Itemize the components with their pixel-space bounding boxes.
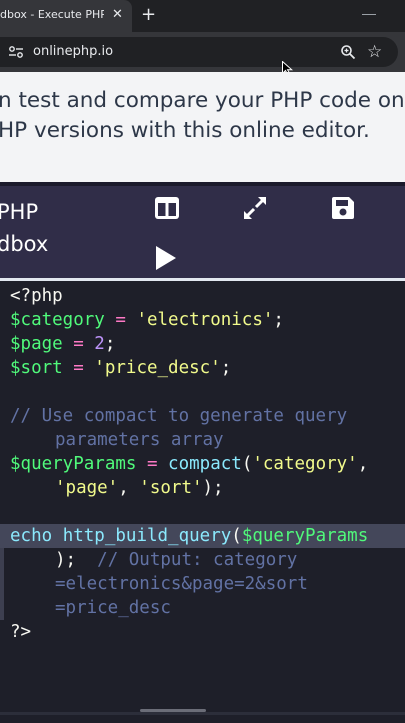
code-line[interactable]: $queryParams = compact('category', xyxy=(10,452,368,476)
code-line[interactable]: parameters array xyxy=(10,428,368,452)
code-line[interactable]: echo http_build_query($queryParams xyxy=(10,524,368,548)
address-bar: onlinephp.io ☆ xyxy=(0,32,405,72)
code-token: $queryParams xyxy=(241,526,369,546)
code-line[interactable]: ?> xyxy=(10,620,368,644)
intro-section: n test and compare your PHP code on HP v… xyxy=(0,72,405,182)
code-token: 'sort' xyxy=(139,478,203,498)
horizontal-scrollbar[interactable] xyxy=(140,709,206,712)
minimize-window-icon[interactable] xyxy=(362,14,376,15)
layout-split-icon[interactable] xyxy=(153,194,181,222)
code-token: ( xyxy=(231,526,242,546)
code-token: = xyxy=(62,334,95,354)
code-token: ( xyxy=(241,454,253,474)
code-token: $category xyxy=(10,310,105,330)
editor-toolbar: PHP dbox xyxy=(0,182,405,282)
code-line[interactable]: =electronics&page=2&sort xyxy=(10,572,368,596)
code-token: = xyxy=(104,310,137,330)
save-icon[interactable] xyxy=(329,194,357,222)
editor-bottom-border xyxy=(0,712,405,715)
code-token: ); xyxy=(202,478,224,498)
browser-tab-strip: dbox - Execute PHP code ✕ + xyxy=(0,0,405,32)
code-token: =price_desc xyxy=(55,598,171,618)
code-token: = xyxy=(62,358,95,378)
code-token: = xyxy=(136,454,169,474)
code-line[interactable]: =price_desc xyxy=(10,596,368,620)
code-token: $queryParams xyxy=(10,454,137,474)
code-token: 'electronics' xyxy=(136,310,274,330)
code-token: <?php xyxy=(10,286,63,306)
code-token: 'category' xyxy=(252,454,358,474)
code-token: // Use compact to generate query xyxy=(10,406,348,426)
code-line[interactable] xyxy=(10,380,368,404)
url-text[interactable]: onlinephp.io xyxy=(33,37,113,67)
code-token: $sort xyxy=(10,358,63,378)
code-token: , xyxy=(357,454,369,474)
brand-line: PHP xyxy=(0,200,39,224)
code-line[interactable]: ); // Output: category xyxy=(10,548,368,572)
intro-text: n test and compare your PHP code on HP v… xyxy=(0,86,405,146)
code-token: $page xyxy=(10,334,63,354)
code-token: 'price_desc' xyxy=(94,358,221,378)
close-tab-icon[interactable]: ✕ xyxy=(112,0,123,30)
code-token: echo xyxy=(10,526,53,546)
code-editor[interactable]: <?php $category = 'electronics'; $page = 2… xyxy=(0,278,405,723)
omnibox[interactable]: onlinephp.io ☆ xyxy=(0,37,398,67)
code-token: , xyxy=(118,478,140,498)
code-line[interactable]: $sort = 'price_desc'; xyxy=(10,356,368,380)
intro-line: n test and compare your PHP code on xyxy=(0,88,405,113)
code-token: http_build_query xyxy=(62,526,232,546)
brand-line: dbox xyxy=(0,232,49,256)
bookmark-star-icon[interactable]: ☆ xyxy=(367,41,382,63)
code-line[interactable]: // Use compact to generate query xyxy=(10,404,368,428)
code-token: ; xyxy=(273,310,284,330)
site-settings-icon[interactable] xyxy=(8,45,24,59)
code-token: ); xyxy=(55,550,98,570)
code-token: compact xyxy=(168,454,242,474)
code-token: ?> xyxy=(10,622,32,642)
code-token: ; xyxy=(220,358,232,378)
intro-line: HP versions with this online editor. xyxy=(0,118,370,143)
zoom-icon[interactable] xyxy=(340,44,356,60)
code-token: ; xyxy=(104,334,116,354)
code-line[interactable] xyxy=(10,500,368,524)
code-line[interactable]: <?php xyxy=(10,284,368,308)
code-line[interactable]: 'page', 'sort'); xyxy=(10,476,368,500)
code-token: parameters array xyxy=(55,430,224,450)
wrap-indicator xyxy=(0,548,4,620)
brand-logo-text: PHP dbox xyxy=(0,196,48,260)
code-token: 'page' xyxy=(55,478,119,498)
play-icon[interactable] xyxy=(151,244,179,272)
code-line[interactable]: $page = 2; xyxy=(10,332,368,356)
browser-tab[interactable]: dbox - Execute PHP code ✕ xyxy=(0,0,132,32)
tab-title: dbox - Execute PHP code xyxy=(0,8,104,21)
new-tab-icon[interactable]: + xyxy=(141,3,156,27)
code-token: =electronics&page=2&sort xyxy=(55,574,308,594)
code-token: 2 xyxy=(94,334,105,354)
code-token: // Output: category xyxy=(97,550,298,570)
code-line[interactable]: $category = 'electronics'; xyxy=(10,308,368,332)
code-content[interactable]: <?php $category = 'electronics'; $page = 2… xyxy=(10,284,368,644)
fullscreen-icon[interactable] xyxy=(241,194,269,222)
